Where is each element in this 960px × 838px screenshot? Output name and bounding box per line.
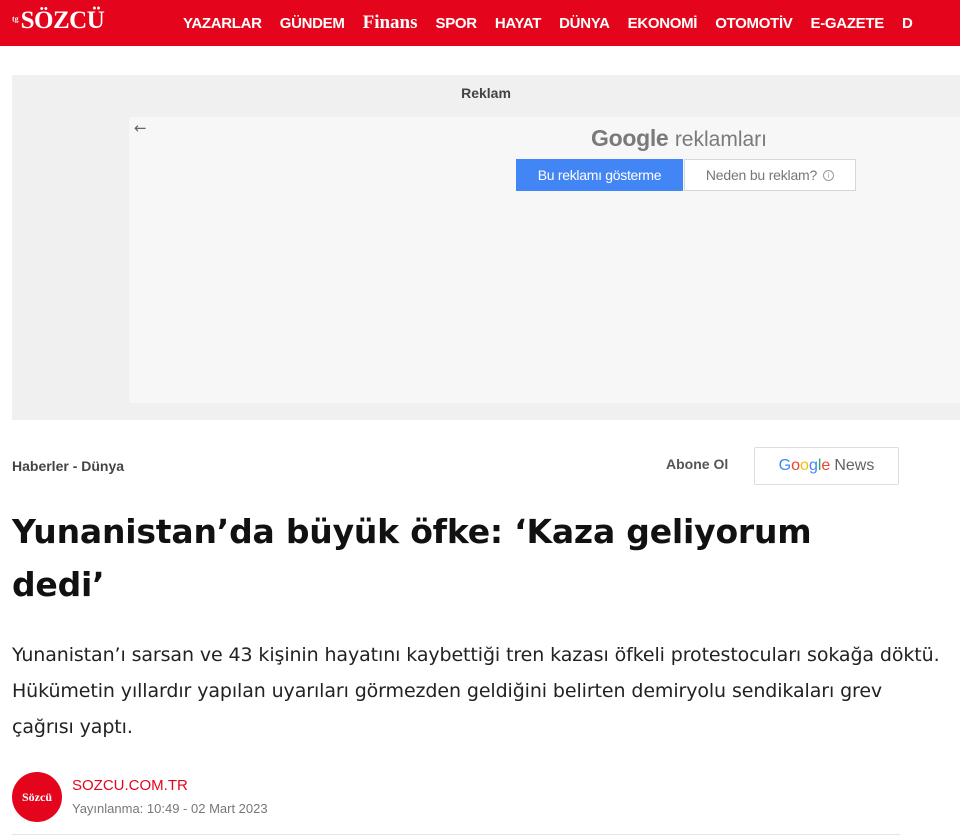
nav-item-dunya[interactable]: DÜNYA (559, 15, 610, 32)
nav-item-gundem[interactable]: GÜNDEM (280, 15, 345, 32)
google-news-label: News (834, 457, 875, 474)
subscribe-label: Abone Ol (666, 456, 729, 472)
info-icon: i (823, 169, 835, 181)
source-link[interactable]: SOZCU.COM.TR (72, 777, 188, 794)
why-this-ad-label: Neden bu reklam? (705, 167, 818, 183)
nav-item-otomotiv[interactable]: OTOMOTİV (715, 15, 793, 32)
top-navigation-bar: ᵗᵍ SÖZCÜ YAZARLAR GÜNDEM Finans SPOR HAY… (0, 0, 960, 46)
breadcrumb[interactable]: Haberler - Dünya (12, 458, 124, 474)
google-ads-heading: Google reklamları (591, 125, 767, 152)
google-letter-o2: o (800, 457, 809, 474)
google-letter-g2: g (808, 457, 818, 474)
google-letter-g: G (778, 457, 792, 474)
google-letter-o1: o (791, 457, 801, 474)
publish-date: Yayınlanma: 10:49 - 02 Mart 2023 (72, 801, 268, 816)
article-summary: Yunanistan’ı sarsan ve 43 kişinin hayatı… (12, 644, 940, 738)
google-wordmark: Google (591, 125, 669, 151)
hide-ad-button[interactable]: Bu reklamı gösterme (516, 159, 683, 191)
ads-word: reklamları (674, 128, 767, 151)
divider (12, 834, 900, 835)
google-news-button[interactable]: Google News (754, 447, 899, 485)
why-this-ad-button[interactable]: Neden bu reklam? i (684, 159, 856, 191)
google-news-logo: Google (779, 457, 831, 475)
ad-container: Reklam ← Google reklamları Bu reklamı gö… (12, 75, 960, 420)
nav-item-spor[interactable]: SPOR (436, 15, 478, 32)
nav-item-e-gazete[interactable]: E-GAZETE (811, 15, 885, 32)
nav-item-yazarlar[interactable]: YAZARLAR (183, 15, 262, 32)
nav-item-finans[interactable]: Finans (363, 12, 418, 34)
google-letter-e: e (821, 457, 831, 474)
nav-item-truncated[interactable]: D (902, 15, 913, 32)
nav-item-ekonomi[interactable]: EKONOMİ (628, 15, 698, 32)
article-headline: Yunanistan’da büyük öfke: ‘Kaza geliyoru… (12, 512, 812, 604)
back-arrow-icon[interactable]: ← (134, 119, 147, 137)
source-avatar[interactable]: Sözcü (12, 772, 62, 822)
main-nav: YAZARLAR GÜNDEM Finans SPOR HAYAT DÜNYA … (183, 0, 931, 46)
site-logo[interactable]: ᵗᵍ SÖZCÜ (12, 6, 105, 36)
ad-label: Reklam (461, 85, 511, 101)
logo-mark-icon: ᵗᵍ (12, 13, 19, 28)
ad-frame: ← Google reklamları Bu reklamı gösterme … (129, 117, 960, 403)
nav-item-hayat[interactable]: HAYAT (495, 15, 542, 32)
logo-text: SÖZCÜ (20, 7, 105, 34)
